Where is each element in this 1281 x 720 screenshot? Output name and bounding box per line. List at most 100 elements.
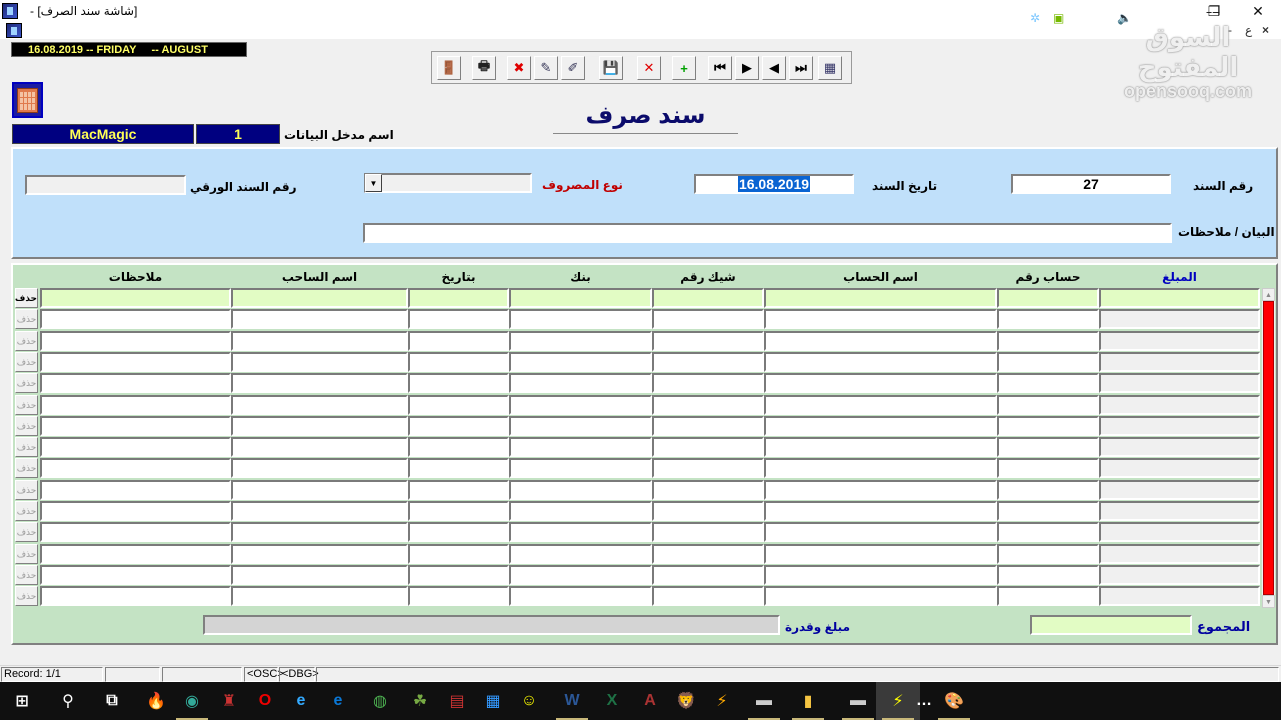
mdi-app-icon[interactable] (6, 23, 22, 38)
cell-amount[interactable] (1099, 501, 1260, 521)
cell-cheque-date[interactable] (408, 458, 509, 478)
delete-row-button[interactable]: حذف (15, 586, 38, 606)
cell-amount[interactable] (1099, 437, 1260, 457)
cell-account-number[interactable] (997, 458, 1099, 478)
cell-bank[interactable] (509, 416, 652, 436)
cell-account-name[interactable] (764, 331, 997, 351)
cell-account-name[interactable] (764, 586, 997, 606)
find-button[interactable]: ✎ (534, 56, 558, 80)
taskbar-winamp[interactable]: ⚡ (700, 682, 744, 720)
cell-notes[interactable] (40, 544, 231, 564)
column-header-account-name[interactable]: اسم الحساب (764, 268, 997, 286)
cell-notes[interactable] (40, 586, 231, 606)
cell-account-name[interactable] (764, 416, 997, 436)
cell-account-name[interactable] (764, 352, 997, 372)
cancel-record-button[interactable]: ✕ (637, 56, 661, 80)
taskbar-search[interactable]: ⚲ (46, 682, 90, 720)
cell-drawer-name[interactable] (231, 416, 408, 436)
taskbar-paint[interactable]: 🎨 (932, 682, 976, 720)
delete-row-button[interactable]: حذف (15, 352, 38, 372)
cell-cheque-date[interactable] (408, 522, 509, 542)
cell-amount[interactable] (1099, 288, 1260, 308)
new-record-button[interactable]: + (672, 56, 696, 80)
cell-account-number[interactable] (997, 480, 1099, 500)
cell-drawer-name[interactable] (231, 309, 408, 329)
cell-amount[interactable] (1099, 565, 1260, 585)
cell-cheque-number[interactable] (652, 309, 764, 329)
cell-account-number[interactable] (997, 352, 1099, 372)
delete-row-button[interactable]: حذف (15, 437, 38, 457)
cell-notes[interactable] (40, 373, 231, 393)
cell-account-number[interactable] (997, 437, 1099, 457)
cell-cheque-date[interactable] (408, 416, 509, 436)
cell-drawer-name[interactable] (231, 352, 408, 372)
cell-amount[interactable] (1099, 331, 1260, 351)
cell-amount[interactable] (1099, 458, 1260, 478)
cell-notes[interactable] (40, 331, 231, 351)
cell-notes[interactable] (40, 501, 231, 521)
cell-bank[interactable] (509, 352, 652, 372)
taskbar-task-view[interactable]: ⧉ (90, 682, 134, 720)
cell-amount[interactable] (1099, 586, 1260, 606)
cell-amount[interactable] (1099, 352, 1260, 372)
volume-tray-icon[interactable]: 🔈 (1117, 11, 1132, 25)
cell-cheque-number[interactable] (652, 522, 764, 542)
cell-amount[interactable] (1099, 373, 1260, 393)
print-button[interactable]: 🖶 (472, 56, 496, 80)
cell-account-number[interactable] (997, 586, 1099, 606)
cell-account-name[interactable] (764, 395, 997, 415)
expense-type-select[interactable] (364, 173, 532, 193)
delete-row-button[interactable]: حذف (15, 544, 38, 564)
cell-cheque-date[interactable] (408, 501, 509, 521)
scroll-thumb[interactable] (1263, 301, 1274, 595)
cell-notes[interactable] (40, 480, 231, 500)
notes-field[interactable] (363, 223, 1172, 243)
cell-bank[interactable] (509, 437, 652, 457)
cell-account-number[interactable] (997, 565, 1099, 585)
cell-cheque-date[interactable] (408, 309, 509, 329)
cell-drawer-name[interactable] (231, 395, 408, 415)
filter-button[interactable]: ✐ (561, 56, 585, 80)
cell-bank[interactable] (509, 331, 652, 351)
cell-account-number[interactable] (997, 522, 1099, 542)
last-record-button[interactable]: ⏭ (789, 56, 813, 80)
save-button[interactable]: 💾 (599, 56, 623, 80)
cell-account-number[interactable] (997, 331, 1099, 351)
delete-row-button[interactable]: حذف (15, 480, 38, 500)
notifications-icon[interactable]: ▤ (1241, 9, 1255, 27)
network-hub-tray-icon[interactable]: ✲ (1030, 11, 1040, 25)
cell-account-name[interactable] (764, 288, 997, 308)
column-header-bank[interactable]: بنك (509, 268, 652, 286)
cell-drawer-name[interactable] (231, 480, 408, 500)
delete-row-button[interactable]: حذف (15, 501, 38, 521)
cell-notes[interactable] (40, 416, 231, 436)
security-tray-icon[interactable]: ⛨ (984, 11, 993, 26)
taskbar-app-head[interactable]: ☺ (507, 682, 551, 720)
cell-cheque-date[interactable] (408, 437, 509, 457)
cell-drawer-name[interactable] (231, 544, 408, 564)
cell-notes[interactable] (40, 352, 231, 372)
expense-type-dropdown-button[interactable]: ▼ (365, 174, 382, 192)
cell-bank[interactable] (509, 480, 652, 500)
cell-drawer-name[interactable] (231, 586, 408, 606)
language-indicator[interactable]: ENG (1142, 11, 1168, 25)
cell-cheque-number[interactable] (652, 458, 764, 478)
cell-amount[interactable] (1099, 416, 1260, 436)
cell-cheque-number[interactable] (652, 288, 764, 308)
cell-amount[interactable] (1099, 480, 1260, 500)
cell-cheque-number[interactable] (652, 501, 764, 521)
taskbar-word[interactable]: W (550, 682, 594, 720)
cell-cheque-number[interactable] (652, 352, 764, 372)
cell-drawer-name[interactable] (231, 288, 408, 308)
cell-account-number[interactable] (997, 309, 1099, 329)
cell-bank[interactable] (509, 288, 652, 308)
delete-row-button[interactable]: حذف (15, 416, 38, 436)
delete-row-button[interactable]: حذف (15, 395, 38, 415)
cell-cheque-number[interactable] (652, 480, 764, 500)
taskbar-chrome[interactable]: ◍ (358, 682, 402, 720)
cell-cheque-date[interactable] (408, 395, 509, 415)
voucher-number-field[interactable]: 27 (1011, 174, 1171, 194)
first-record-button[interactable]: ⏮ (708, 56, 732, 80)
cell-account-number[interactable] (997, 373, 1099, 393)
delete-row-button[interactable]: حذف (15, 373, 38, 393)
